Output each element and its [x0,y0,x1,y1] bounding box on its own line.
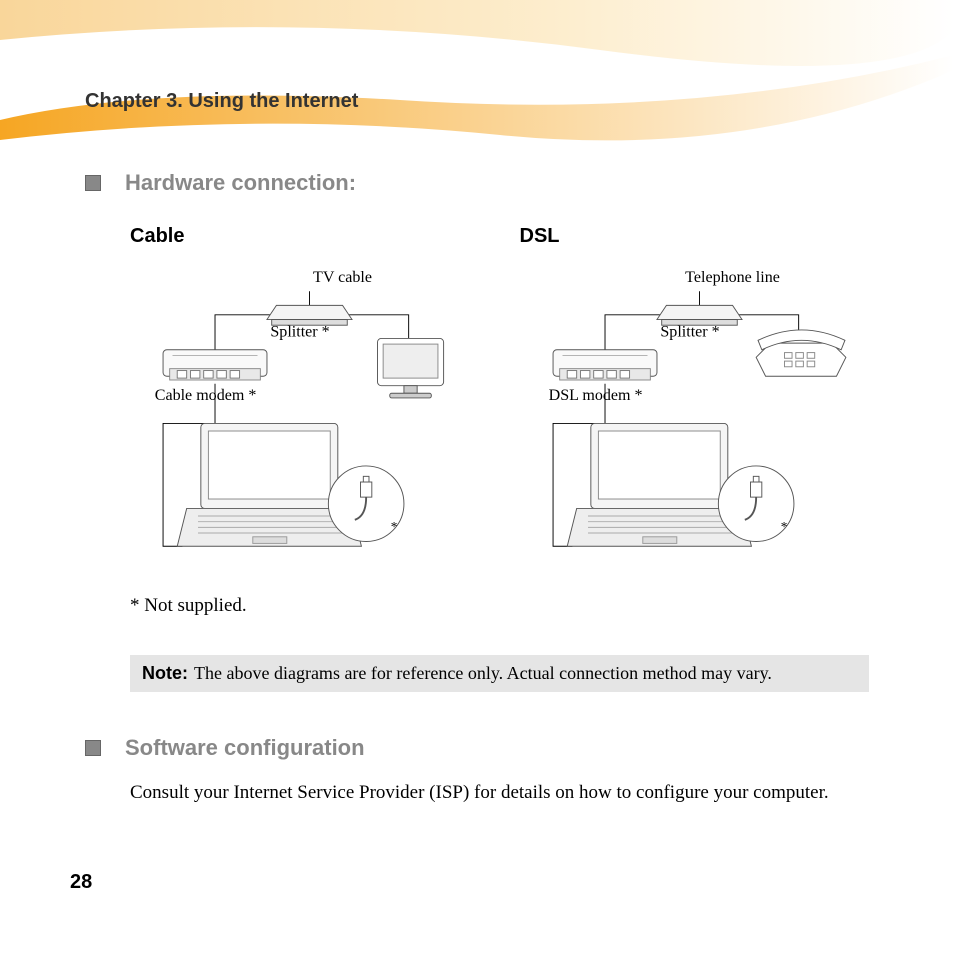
telephone-icon [756,330,846,376]
cable-modem-icon [163,350,267,380]
note-label: Note: [142,663,188,684]
splitter-label: Splitter * [270,324,329,341]
page-number: 28 [70,871,92,894]
tv-monitor-icon [377,338,443,398]
dsl-modem-icon [553,350,657,380]
plug-zoom-icon: * [328,466,404,542]
cable-modem-label: Cable modem * [155,387,257,404]
chapter-title: Chapter 3. Using the Internet [85,90,358,113]
diagrams-row: Cable TV cable Splitter * Cable modem * [130,225,869,575]
telephone-line-label: Telephone line [685,269,780,286]
diagram-title: Cable [130,225,480,248]
note-box: Note: The above diagrams are for referen… [130,655,869,692]
diagram-cable: Cable TV cable Splitter * Cable modem * [130,225,480,575]
note-text: The above diagrams are for reference onl… [194,663,772,684]
footnote-not-supplied: * Not supplied. [130,595,247,617]
square-bullet-icon [85,740,101,756]
section-hardware-connection: Hardware connection: [85,170,869,196]
svg-text:*: * [391,519,398,534]
cable-diagram-svg: TV cable Splitter * Cable modem * [130,254,480,574]
diagram-dsl: DSL Telephone line Splitter * DSL modem … [520,225,870,575]
section-software-configuration: Software configuration [85,735,869,761]
square-bullet-icon [85,175,101,191]
dsl-modem-label: DSL modem * [548,387,642,404]
section-heading: Software configuration [125,735,365,761]
svg-text:*: * [780,519,787,534]
splitter-icon [656,305,741,325]
splitter-icon [267,305,352,325]
tv-cable-label: TV cable [313,269,372,286]
section-heading: Hardware connection: [125,170,356,196]
plug-zoom-icon: * [718,466,794,542]
splitter-label: Splitter * [660,324,719,341]
body-paragraph: Consult your Internet Service Provider (… [130,780,869,806]
diagram-title: DSL [520,225,870,248]
dsl-diagram-svg: Telephone line Splitter * DSL modem * [520,254,870,574]
